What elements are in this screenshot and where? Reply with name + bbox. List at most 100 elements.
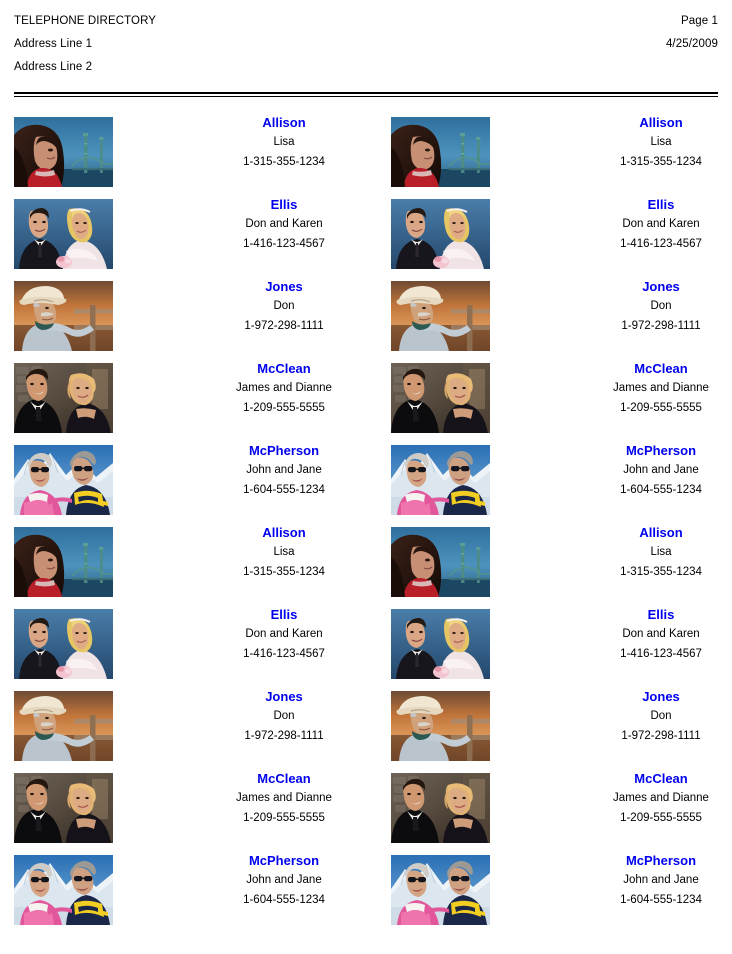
- entry-last-name: McPherson: [248, 853, 320, 868]
- entry-last-name: Allison: [262, 525, 306, 540]
- cowboy-photo: [14, 691, 113, 761]
- entry-first-name: Don and Karen: [622, 628, 700, 640]
- directory-entry: Ellis Don and Karen 1-416-123-4567: [0, 604, 366, 686]
- directory-entry: McPherson John and Jane 1-604-555-1234: [377, 850, 732, 932]
- entry-phone-number: 1-604-555-1234: [620, 894, 702, 906]
- directory-entry-text: Ellis Don and Karen 1-416-123-4567: [180, 606, 388, 665]
- directory-entry-text: Ellis Don and Karen 1-416-123-4567: [557, 196, 732, 255]
- entry-phone-number: 1-604-555-1234: [243, 894, 325, 906]
- entry-first-name: John and Jane: [246, 464, 322, 476]
- entry-first-name: Lisa: [273, 136, 295, 148]
- cowboy-photo: [391, 281, 490, 351]
- report-date: 4/25/2009: [665, 38, 718, 50]
- entry-first-name: John and Jane: [246, 874, 322, 886]
- directory-entry-text: Allison Lisa 1-315-355-1234: [557, 114, 732, 173]
- entry-phone-number: 1-416-123-4567: [620, 648, 702, 660]
- directory-entry-text: Allison Lisa 1-315-355-1234: [180, 524, 388, 583]
- entry-phone-number: 1-972-298-1111: [621, 320, 701, 332]
- address-line-1: Address Line 1: [14, 38, 93, 50]
- ski-couple-photo: [14, 855, 113, 925]
- tuxedo-couple-photo: [14, 363, 113, 433]
- entry-phone-number: 1-416-123-4567: [243, 648, 325, 660]
- directory-entry: Jones Don 1-972-298-1111: [377, 276, 732, 358]
- entry-last-name: McPherson: [625, 443, 697, 458]
- entry-last-name: McPherson: [625, 853, 697, 868]
- page-number-label: Page 1: [680, 15, 718, 27]
- entry-first-name: Lisa: [650, 546, 672, 558]
- entry-last-name: Jones: [642, 279, 680, 294]
- entry-phone-number: 1-416-123-4567: [620, 238, 702, 250]
- entry-last-name: McClean: [257, 771, 311, 786]
- entry-last-name: Allison: [262, 115, 306, 130]
- directory-entry: Jones Don 1-972-298-1111: [0, 276, 366, 358]
- directory-entry-text: Jones Don 1-972-298-1111: [557, 278, 732, 337]
- cowboy-photo: [391, 691, 490, 761]
- entry-phone-number: 1-209-555-5555: [243, 402, 325, 414]
- entry-phone-number: 1-972-298-1111: [244, 320, 324, 332]
- directory-entry-text: McPherson John and Jane 1-604-555-1234: [180, 852, 388, 911]
- directory-column-right: Allison Lisa 1-315-355-1234 Ellis Don and K…: [377, 112, 732, 942]
- directory-entry-text: McClean James and Dianne 1-209-555-5555: [557, 360, 732, 419]
- wedding-couple-photo: [391, 199, 490, 269]
- header-row-3: Address Line 2: [14, 56, 718, 79]
- tuxedo-couple-photo: [14, 773, 113, 843]
- directory-entry: Ellis Don and Karen 1-416-123-4567: [377, 194, 732, 276]
- header-row-1: TELEPHONE DIRECTORY Page 1: [14, 10, 718, 33]
- directory-entry: Allison Lisa 1-315-355-1234: [0, 112, 366, 194]
- entry-phone-number: 1-209-555-5555: [243, 812, 325, 824]
- entry-phone-number: 1-209-555-5555: [620, 402, 702, 414]
- entry-first-name: Don and Karen: [245, 628, 323, 640]
- directory-entry: McPherson John and Jane 1-604-555-1234: [0, 850, 366, 932]
- directory-entry: Allison Lisa 1-315-355-1234: [377, 112, 732, 194]
- ski-couple-photo: [391, 445, 490, 515]
- entry-first-name: John and Jane: [623, 464, 699, 476]
- directory-entry: Allison Lisa 1-315-355-1234: [377, 522, 732, 604]
- entry-last-name: McClean: [257, 361, 311, 376]
- directory-entry: Ellis Don and Karen 1-416-123-4567: [0, 194, 366, 276]
- header-row-2: Address Line 1 4/25/2009: [14, 33, 718, 56]
- directory-entry: McClean James and Dianne 1-209-555-5555: [0, 768, 366, 850]
- entry-phone-number: 1-972-298-1111: [621, 730, 701, 742]
- woman-bridge-photo: [14, 117, 113, 187]
- directory-entry-text: Allison Lisa 1-315-355-1234: [180, 114, 388, 173]
- woman-bridge-photo: [14, 527, 113, 597]
- directory-entry-text: McPherson John and Jane 1-604-555-1234: [557, 442, 732, 501]
- wedding-couple-photo: [14, 609, 113, 679]
- directory-entry-text: McClean James and Dianne 1-209-555-5555: [557, 770, 732, 829]
- address-line-2: Address Line 2: [14, 61, 93, 73]
- directory-entry-text: McPherson John and Jane 1-604-555-1234: [180, 442, 388, 501]
- directory-column-left: Allison Lisa 1-315-355-1234 Ellis Don and K…: [0, 112, 366, 942]
- entry-phone-number: 1-604-555-1234: [620, 484, 702, 496]
- directory-entry: Jones Don 1-972-298-1111: [0, 686, 366, 768]
- directory-entry-text: McPherson John and Jane 1-604-555-1234: [557, 852, 732, 911]
- entry-first-name: Don and Karen: [245, 218, 323, 230]
- wedding-couple-photo: [391, 609, 490, 679]
- wedding-couple-photo: [14, 199, 113, 269]
- directory-entry-text: Jones Don 1-972-298-1111: [180, 278, 388, 337]
- directory-entry-text: McClean James and Dianne 1-209-555-5555: [180, 770, 388, 829]
- entry-last-name: Ellis: [647, 607, 675, 622]
- directory-entry-text: Ellis Don and Karen 1-416-123-4567: [180, 196, 388, 255]
- directory-entry: McPherson John and Jane 1-604-555-1234: [0, 440, 366, 522]
- woman-bridge-photo: [391, 527, 490, 597]
- directory-entry: McClean James and Dianne 1-209-555-5555: [377, 358, 732, 440]
- entry-phone-number: 1-315-355-1234: [620, 566, 702, 578]
- entry-last-name: Jones: [642, 689, 680, 704]
- entry-first-name: Don: [650, 300, 672, 312]
- entry-first-name: James and Dianne: [236, 792, 332, 804]
- directory-entry-text: McClean James and Dianne 1-209-555-5555: [180, 360, 388, 419]
- entry-first-name: James and Dianne: [236, 382, 332, 394]
- entry-first-name: Don: [273, 300, 295, 312]
- directory-entry: Allison Lisa 1-315-355-1234: [0, 522, 366, 604]
- entry-last-name: Jones: [265, 279, 303, 294]
- entry-phone-number: 1-315-355-1234: [243, 156, 325, 168]
- entry-phone-number: 1-209-555-5555: [620, 812, 702, 824]
- cowboy-photo: [14, 281, 113, 351]
- entry-phone-number: 1-416-123-4567: [243, 238, 325, 250]
- ski-couple-photo: [391, 855, 490, 925]
- entry-last-name: McClean: [634, 771, 688, 786]
- tuxedo-couple-photo: [391, 773, 490, 843]
- divider-line-top: [14, 92, 718, 94]
- directory-entry-text: Jones Don 1-972-298-1111: [180, 688, 388, 747]
- entry-last-name: Ellis: [647, 197, 675, 212]
